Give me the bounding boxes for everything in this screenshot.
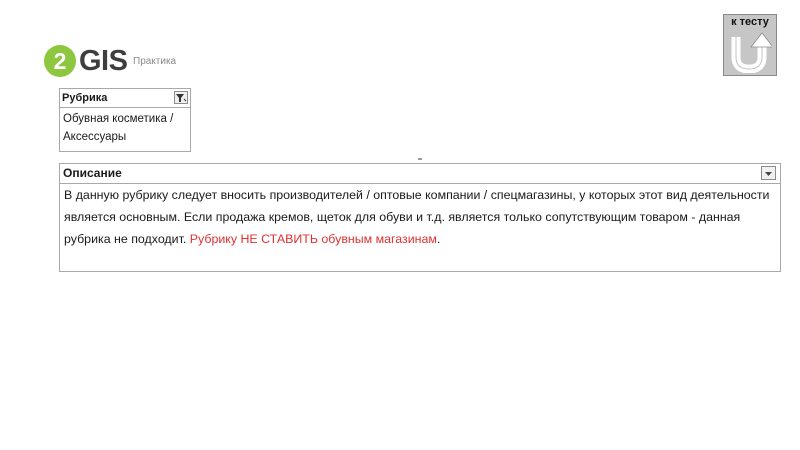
rubric-column-header: Рубрика xyxy=(60,89,190,108)
logo-subtitle: Практика xyxy=(133,56,177,67)
chevron-down-icon xyxy=(765,172,772,176)
description-column-header: Описание xyxy=(60,164,780,184)
description-cell-text: В данную рубрику следует вносить произво… xyxy=(60,184,780,250)
logo-badge-text: 2 xyxy=(54,48,67,74)
description-dropdown-button[interactable] xyxy=(761,166,776,180)
description-header-label: Описание xyxy=(63,166,122,180)
rubric-filter-button[interactable] xyxy=(174,91,188,104)
logo-badge-icon: 2 xyxy=(44,45,76,77)
rubric-table: Рубрика Обувная косметика / Аксессуары xyxy=(59,88,191,152)
u-turn-arrow-icon xyxy=(731,32,772,73)
logo-brand: GIS xyxy=(79,45,128,77)
resize-handle xyxy=(418,158,422,160)
rubric-value-line-2: Аксессуары xyxy=(63,131,127,143)
rubric-value-line-1: Обувная косметика / xyxy=(63,113,174,125)
back-to-test-button[interactable]: к тесту xyxy=(723,14,777,76)
filter-icon xyxy=(176,94,187,102)
description-text-end: . xyxy=(436,232,441,246)
rubric-cell-value: Обувная косметика / Аксессуары xyxy=(60,108,190,148)
rubric-header-label: Рубрика xyxy=(62,92,108,104)
description-warning: Рубрику НЕ СТАВИТЬ обувным магазинам xyxy=(189,232,437,246)
back-to-test-label: к тесту xyxy=(731,16,769,28)
description-table: Описание В данную рубрику следует вносит… xyxy=(59,163,781,272)
